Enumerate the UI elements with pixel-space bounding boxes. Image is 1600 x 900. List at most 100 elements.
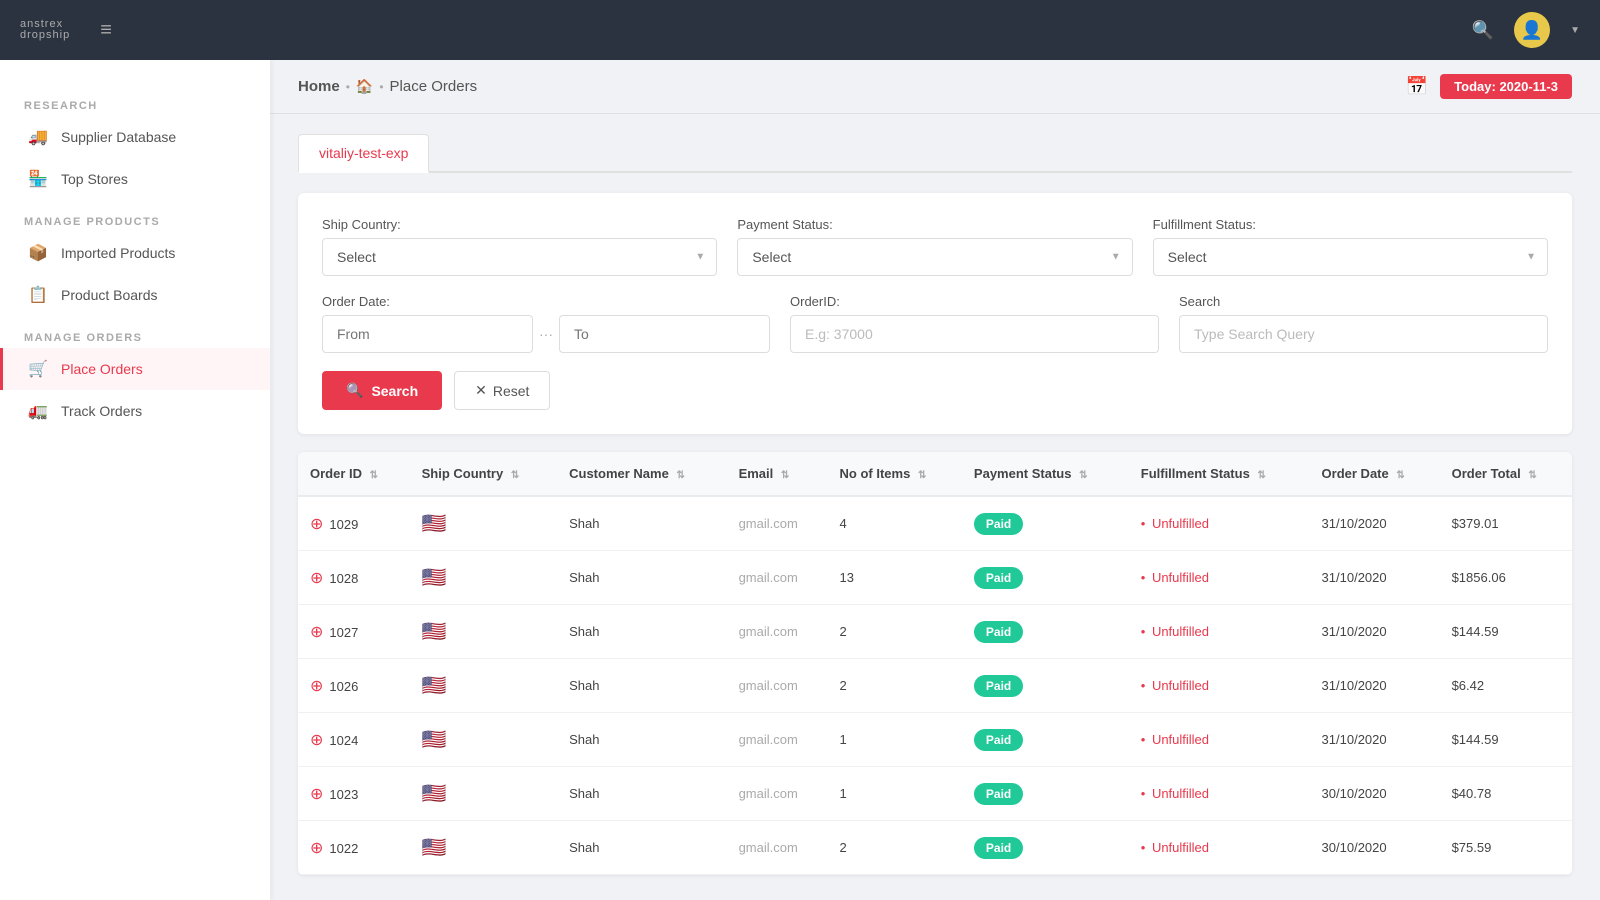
avatar[interactable]: 👤 bbox=[1514, 12, 1550, 48]
add-order-icon[interactable]: ⊕ bbox=[310, 516, 323, 533]
search-query-label: Search bbox=[1179, 294, 1548, 309]
tab-vitaliy-test-exp[interactable]: vitaliy-test-exp bbox=[298, 134, 429, 173]
orderid-label: OrderID: bbox=[790, 294, 1159, 309]
cell-email: gmail.com bbox=[727, 713, 828, 767]
add-order-icon[interactable]: ⊕ bbox=[310, 786, 323, 803]
main-content: Home • 🏠 • Place Orders 📅 Today: 2020-11… bbox=[270, 60, 1600, 900]
search-query-group: Search bbox=[1179, 294, 1548, 353]
fulfillment-status-text: Unfulfilled bbox=[1152, 516, 1209, 531]
th-order-total: Order Total ⇅ bbox=[1440, 452, 1572, 496]
cell-payment-status: Paid bbox=[962, 605, 1129, 659]
cell-email: gmail.com bbox=[727, 659, 828, 713]
cell-customer-name: Shah bbox=[557, 605, 726, 659]
unfulfilled-dot: • bbox=[1141, 516, 1146, 531]
cell-fulfillment-status: • Unfulfilled bbox=[1129, 767, 1310, 821]
sidebar-item-supplier-database[interactable]: 🚚 Supplier Database bbox=[0, 116, 270, 158]
cell-order-date: 30/10/2020 bbox=[1310, 767, 1440, 821]
search-query-input[interactable] bbox=[1179, 315, 1548, 353]
add-order-icon[interactable]: ⊕ bbox=[310, 570, 323, 587]
fulfillment-status-select[interactable]: Select bbox=[1153, 238, 1548, 276]
orderid-group: OrderID: bbox=[790, 294, 1159, 353]
fulfillment-status-select-wrapper: Select bbox=[1153, 238, 1548, 276]
delivery-icon: 🚛 bbox=[27, 400, 49, 422]
cell-customer-name: Shah bbox=[557, 767, 726, 821]
add-order-icon[interactable]: ⊕ bbox=[310, 732, 323, 749]
cell-items: 2 bbox=[828, 605, 962, 659]
sort-icon-order-date[interactable]: ⇅ bbox=[1396, 470, 1404, 481]
sidebar-item-top-stores[interactable]: 🏪 Top Stores bbox=[0, 158, 270, 200]
sidebar-item-product-boards[interactable]: 📋 Product Boards bbox=[0, 274, 270, 316]
cell-order-total: $144.59 bbox=[1440, 605, 1572, 659]
sort-icon-order-total[interactable]: ⇅ bbox=[1528, 470, 1536, 481]
flag-icon: 🇺🇸 bbox=[422, 837, 447, 859]
cell-items: 4 bbox=[828, 496, 962, 551]
home-icon: 🏠 bbox=[356, 78, 373, 95]
payment-badge: Paid bbox=[974, 513, 1023, 535]
th-fulfillment-status: Fulfillment Status ⇅ bbox=[1129, 452, 1310, 496]
add-order-icon[interactable]: ⊕ bbox=[310, 624, 323, 641]
sidebar-item-track-orders[interactable]: 🚛 Track Orders bbox=[0, 390, 270, 432]
cell-ship-country: 🇺🇸 bbox=[410, 496, 558, 551]
payment-badge: Paid bbox=[974, 729, 1023, 751]
payment-badge: Paid bbox=[974, 675, 1023, 697]
hamburger-icon[interactable]: ≡ bbox=[100, 19, 112, 42]
cell-order-date: 31/10/2020 bbox=[1310, 496, 1440, 551]
sort-icon-customer-name[interactable]: ⇅ bbox=[676, 470, 684, 481]
th-order-id: Order ID ⇅ bbox=[298, 452, 410, 496]
cell-email: gmail.com bbox=[727, 551, 828, 605]
unfulfilled-dot: • bbox=[1141, 732, 1146, 747]
cell-payment-status: Paid bbox=[962, 551, 1129, 605]
reset-button[interactable]: ✕ Reset bbox=[454, 371, 550, 410]
orderid-input[interactable] bbox=[790, 315, 1159, 353]
sidebar: RESEARCH 🚚 Supplier Database 🏪 Top Store… bbox=[0, 60, 270, 900]
add-order-icon[interactable]: ⊕ bbox=[310, 678, 323, 695]
orders-table: Order ID ⇅ Ship Country ⇅ Customer Name … bbox=[298, 452, 1572, 875]
sidebar-item-imported-products[interactable]: 📦 Imported Products bbox=[0, 232, 270, 274]
cell-order-id: ⊕1026 bbox=[298, 659, 410, 713]
search-button[interactable]: 🔍 Search bbox=[322, 371, 442, 410]
reset-icon: ✕ bbox=[475, 382, 487, 399]
payment-status-label: Payment Status: bbox=[737, 217, 1132, 232]
search-icon[interactable]: 🔍 bbox=[1472, 20, 1494, 41]
calendar-icon[interactable]: 📅 bbox=[1406, 76, 1428, 97]
cell-order-date: 31/10/2020 bbox=[1310, 605, 1440, 659]
cell-items: 13 bbox=[828, 551, 962, 605]
ship-country-select[interactable]: Select bbox=[322, 238, 717, 276]
filter-buttons: 🔍 Search ✕ Reset bbox=[322, 371, 1548, 410]
layout: RESEARCH 🚚 Supplier Database 🏪 Top Store… bbox=[0, 60, 1600, 900]
flag-icon: 🇺🇸 bbox=[422, 621, 447, 643]
nav-right: 🔍 👤 ▼ bbox=[1472, 12, 1580, 48]
sort-icon-items[interactable]: ⇅ bbox=[918, 470, 926, 481]
date-from-input[interactable] bbox=[322, 315, 533, 353]
add-order-icon[interactable]: ⊕ bbox=[310, 840, 323, 857]
fulfillment-status-label: Fulfillment Status: bbox=[1153, 217, 1548, 232]
cell-order-id: ⊕1023 bbox=[298, 767, 410, 821]
sort-icon-order-id[interactable]: ⇅ bbox=[370, 470, 378, 481]
payment-status-select[interactable]: Select bbox=[737, 238, 1132, 276]
payment-status-group: Payment Status: Select bbox=[737, 217, 1132, 276]
filter-card: Ship Country: Select Payment Status: Sel… bbox=[298, 193, 1572, 434]
order-date-group: Order Date: ··· bbox=[322, 294, 770, 353]
sidebar-label-top-stores: Top Stores bbox=[61, 171, 128, 187]
date-to-input[interactable] bbox=[559, 315, 770, 353]
flag-icon: 🇺🇸 bbox=[422, 783, 447, 805]
sidebar-label-product-boards: Product Boards bbox=[61, 287, 158, 303]
cell-items: 1 bbox=[828, 713, 962, 767]
cell-order-id: ⊕1027 bbox=[298, 605, 410, 659]
sort-icon-fulfillment[interactable]: ⇅ bbox=[1257, 470, 1265, 481]
sort-icon-email[interactable]: ⇅ bbox=[781, 470, 789, 481]
cell-order-total: $1856.06 bbox=[1440, 551, 1572, 605]
sidebar-item-place-orders[interactable]: 🛒 Place Orders bbox=[0, 348, 270, 390]
ship-country-label: Ship Country: bbox=[322, 217, 717, 232]
sort-icon-ship-country[interactable]: ⇅ bbox=[511, 470, 519, 481]
nav-user-dropdown[interactable]: ▼ bbox=[1570, 25, 1580, 36]
orders-table-wrapper: Order ID ⇅ Ship Country ⇅ Customer Name … bbox=[298, 452, 1572, 875]
th-email: Email ⇅ bbox=[727, 452, 828, 496]
cell-payment-status: Paid bbox=[962, 767, 1129, 821]
cell-email: gmail.com bbox=[727, 767, 828, 821]
table-row: ⊕1023 🇺🇸 Shah gmail.com 1 Paid • Unfulfi… bbox=[298, 767, 1572, 821]
fulfillment-status-group: Fulfillment Status: Select bbox=[1153, 217, 1548, 276]
table-row: ⊕1024 🇺🇸 Shah gmail.com 1 Paid • Unfulfi… bbox=[298, 713, 1572, 767]
sort-icon-payment[interactable]: ⇅ bbox=[1079, 470, 1087, 481]
header-bar: Home • 🏠 • Place Orders 📅 Today: 2020-11… bbox=[270, 60, 1600, 114]
